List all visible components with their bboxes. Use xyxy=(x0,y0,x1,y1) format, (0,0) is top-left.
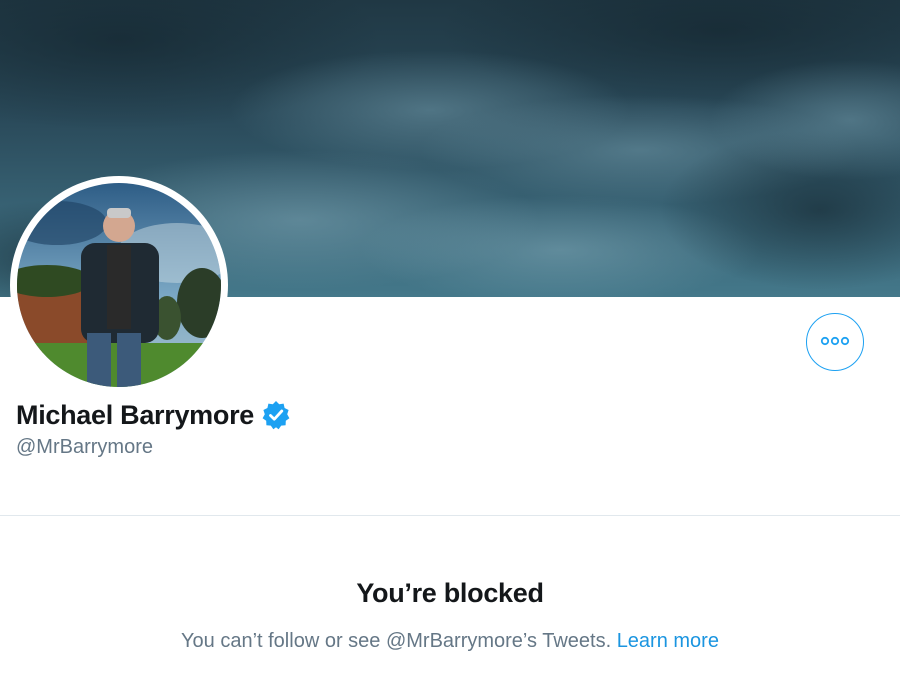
display-name: Michael Barrymore xyxy=(16,399,255,430)
divider xyxy=(0,515,900,516)
blocked-message: You can’t follow or see @MrBarrymore’s T… xyxy=(181,630,617,652)
profile-page: Michael Barrymore @MrBarrymore You’re bl… xyxy=(0,0,900,678)
profile-name-row: Michael Barrymore xyxy=(16,396,292,434)
profile-avatar[interactable] xyxy=(10,176,228,394)
blocked-message-row: You can’t follow or see @MrBarrymore’s T… xyxy=(0,630,900,653)
verified-badge-icon xyxy=(260,399,292,431)
blocked-title: You’re blocked xyxy=(356,578,544,608)
more-options-icon xyxy=(820,333,850,351)
more-options-button[interactable] xyxy=(806,313,864,371)
avatar-photo xyxy=(17,183,221,387)
profile-handle: @MrBarrymore xyxy=(16,436,153,458)
learn-more-link[interactable]: Learn more xyxy=(617,630,719,652)
